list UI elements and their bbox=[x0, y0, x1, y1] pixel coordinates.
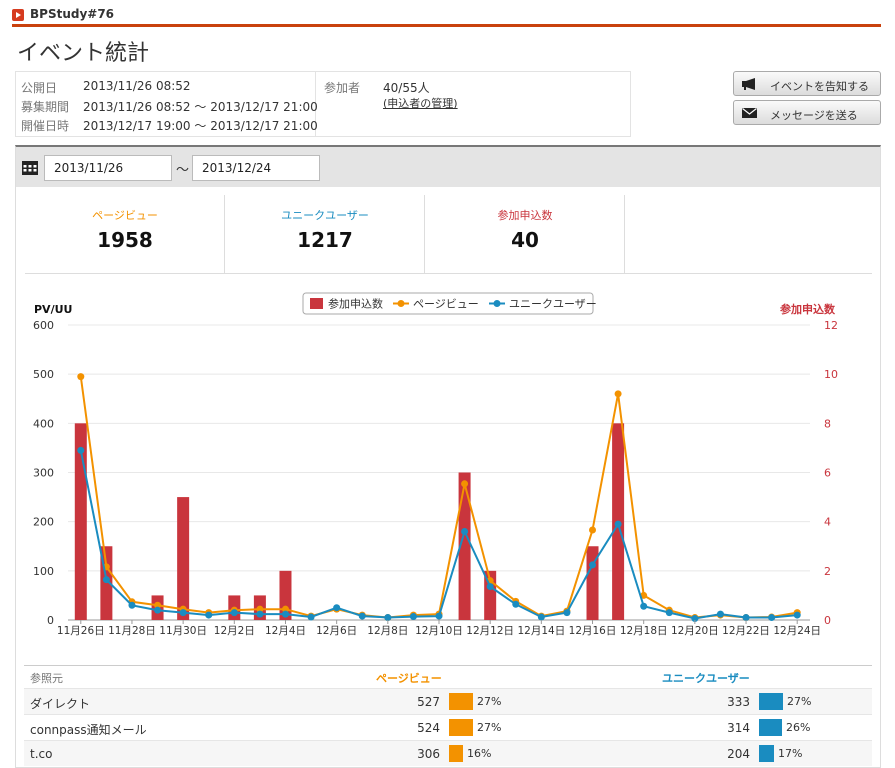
to-date-input[interactable]: 2013/12/24 bbox=[192, 155, 320, 181]
referrer-source: connpass通知メール bbox=[30, 723, 147, 737]
referrer-uu: 314 bbox=[727, 721, 750, 735]
col-unique-users: ユニークユーザー bbox=[662, 672, 750, 685]
stat-label: 参加申込数 bbox=[497, 209, 553, 222]
pv-share-bar bbox=[449, 719, 473, 736]
referrer-pv: 306 bbox=[417, 747, 440, 761]
stat-applications: 参加申込数 40 bbox=[425, 195, 625, 273]
referrer-pv: 527 bbox=[417, 695, 440, 709]
pv-share-bar bbox=[449, 745, 463, 762]
participants-value: 40/55人 bbox=[383, 81, 430, 95]
table-row: t.co 306 16% 204 17% bbox=[24, 740, 872, 766]
pv-share-bar bbox=[449, 693, 473, 710]
date-filter: 2013/11/26 〜 2013/12/24 bbox=[16, 147, 880, 187]
referrer-source: t.co bbox=[30, 747, 53, 761]
referrer-table-header: 参照元 ページビュー ユニークユーザー bbox=[24, 665, 872, 687]
calendar-icon[interactable] bbox=[22, 160, 38, 175]
referrer-uu-pct: 26% bbox=[786, 721, 811, 734]
stat-value: 1217 bbox=[297, 228, 353, 252]
connpass-logo-icon bbox=[12, 9, 24, 21]
participants-label: 参加者 bbox=[324, 81, 361, 95]
referrer-uu: 204 bbox=[727, 747, 750, 761]
date-range-separator: 〜 bbox=[176, 163, 190, 178]
send-message-button[interactable]: メッセージを送る bbox=[733, 100, 881, 125]
referrer-uu-pct: 17% bbox=[778, 747, 803, 760]
referrer-pv-pct: 27% bbox=[477, 695, 502, 708]
table-row: connpass通知メール 524 27% 314 26% bbox=[24, 714, 872, 740]
event-name[interactable]: BPStudy#76 bbox=[30, 7, 114, 21]
referrer-uu: 333 bbox=[727, 695, 750, 709]
referrer-source: ダイレクト bbox=[30, 697, 91, 711]
megaphone-icon bbox=[742, 78, 755, 90]
held-label: 開催日時 bbox=[21, 119, 70, 133]
stat-label: ページビュー bbox=[92, 209, 158, 222]
top-bar: BPStudy#76 bbox=[0, 0, 895, 27]
event-dates: 公開日 2013/11/26 08:52 募集期間 2013/11/26 08:… bbox=[16, 72, 318, 136]
event-info: 公開日 2013/11/26 08:52 募集期間 2013/11/26 08:… bbox=[15, 71, 631, 137]
page-title: イベント統計 bbox=[17, 41, 150, 66]
recruit-value: 2013/11/26 08:52 〜 2013/12/17 21:00 bbox=[83, 100, 318, 114]
announce-event-button[interactable]: イベントを告知する bbox=[733, 71, 881, 96]
stat-pageviews: ページビュー 1958 bbox=[25, 195, 225, 273]
manage-participants-link[interactable]: (申込者の管理) bbox=[383, 95, 458, 111]
stat-value: 1958 bbox=[97, 228, 153, 252]
referrer-pv-pct: 16% bbox=[467, 747, 492, 760]
stat-value: 40 bbox=[511, 228, 539, 252]
announce-label: イベントを告知する bbox=[770, 80, 869, 93]
uu-share-bar bbox=[759, 693, 783, 710]
recruit-label: 募集期間 bbox=[21, 100, 70, 114]
from-date-input[interactable]: 2013/11/26 bbox=[44, 155, 172, 181]
envelope-icon bbox=[742, 108, 757, 118]
col-pageviews: ページビュー bbox=[376, 672, 442, 685]
table-row: ダイレクト 527 27% 333 27% bbox=[24, 688, 872, 714]
published-value: 2013/11/26 08:52 bbox=[83, 79, 191, 93]
col-source: 参照元 bbox=[30, 672, 63, 685]
referrer-uu-pct: 27% bbox=[787, 695, 812, 708]
stat-unique-users: ユニークユーザー 1217 bbox=[225, 195, 425, 273]
referrer-pv: 524 bbox=[417, 721, 440, 735]
message-label: メッセージを送る bbox=[770, 109, 858, 122]
stat-label: ユニークユーザー bbox=[281, 209, 369, 222]
held-value: 2013/12/17 19:00 〜 2013/12/17 21:00 bbox=[83, 119, 318, 133]
header-rule bbox=[12, 24, 881, 27]
referrer-pv-pct: 27% bbox=[477, 721, 502, 734]
uu-share-bar bbox=[759, 719, 782, 736]
uu-share-bar bbox=[759, 745, 774, 762]
published-label: 公開日 bbox=[21, 81, 58, 95]
summary-stats: ページビュー 1958 ユニークユーザー 1217 参加申込数 40 bbox=[25, 195, 872, 274]
